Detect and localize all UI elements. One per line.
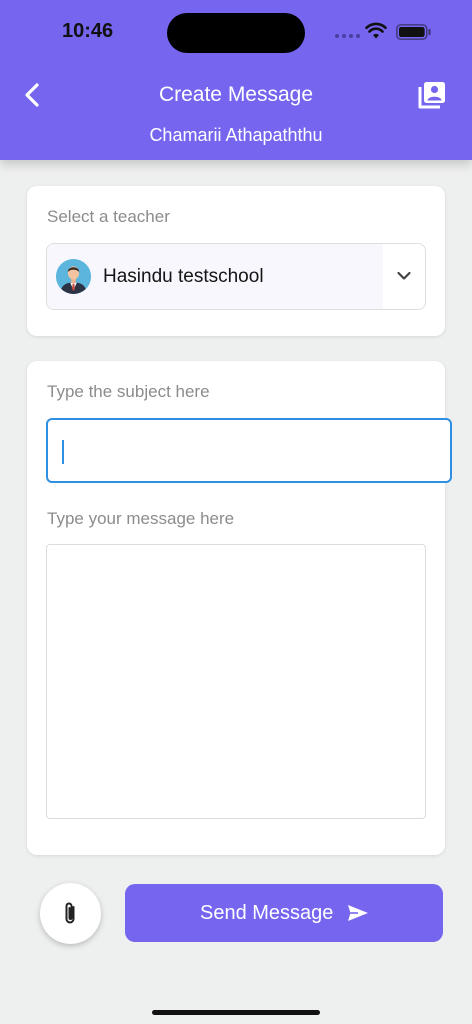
page-title: Create Message	[158, 83, 314, 106]
chevron-down-icon	[397, 271, 411, 280]
paperclip-icon	[65, 902, 75, 924]
message-textarea[interactable]	[46, 544, 426, 819]
wifi-icon	[365, 22, 387, 39]
teacher-card: Select a teacher Hasindu testschool	[27, 186, 445, 336]
teacher-selected-item[interactable]: Hasindu testschool	[47, 244, 383, 309]
app-header: 10:46 Create Message Chamarii Athapathth…	[0, 0, 472, 160]
text-caret	[62, 440, 64, 464]
dynamic-island	[167, 13, 305, 53]
attach-button[interactable]	[40, 883, 101, 944]
contacts-icon	[418, 82, 445, 109]
student-name: Chamarii Athapaththu	[149, 125, 323, 145]
send-message-label: Send Message	[200, 902, 334, 924]
teacher-select-label: Select a teacher	[47, 207, 170, 226]
subject-label: Type the subject here	[47, 382, 210, 401]
status-time: 10:46	[62, 20, 114, 42]
subject-input[interactable]	[46, 418, 452, 483]
send-icon	[348, 905, 368, 921]
teacher-avatar	[56, 259, 91, 294]
send-message-button[interactable]: Send Message	[125, 884, 443, 942]
message-card: Type the subject here Type your message …	[27, 361, 452, 855]
selected-teacher-name: Hasindu testschool	[103, 266, 264, 287]
contacts-button[interactable]	[414, 78, 448, 112]
battery-icon	[396, 24, 431, 40]
cellular-signal-icon	[335, 34, 360, 38]
message-label: Type your message here	[47, 509, 235, 528]
home-indicator	[152, 1010, 320, 1015]
teacher-dropdown[interactable]: Hasindu testschool	[46, 243, 426, 310]
